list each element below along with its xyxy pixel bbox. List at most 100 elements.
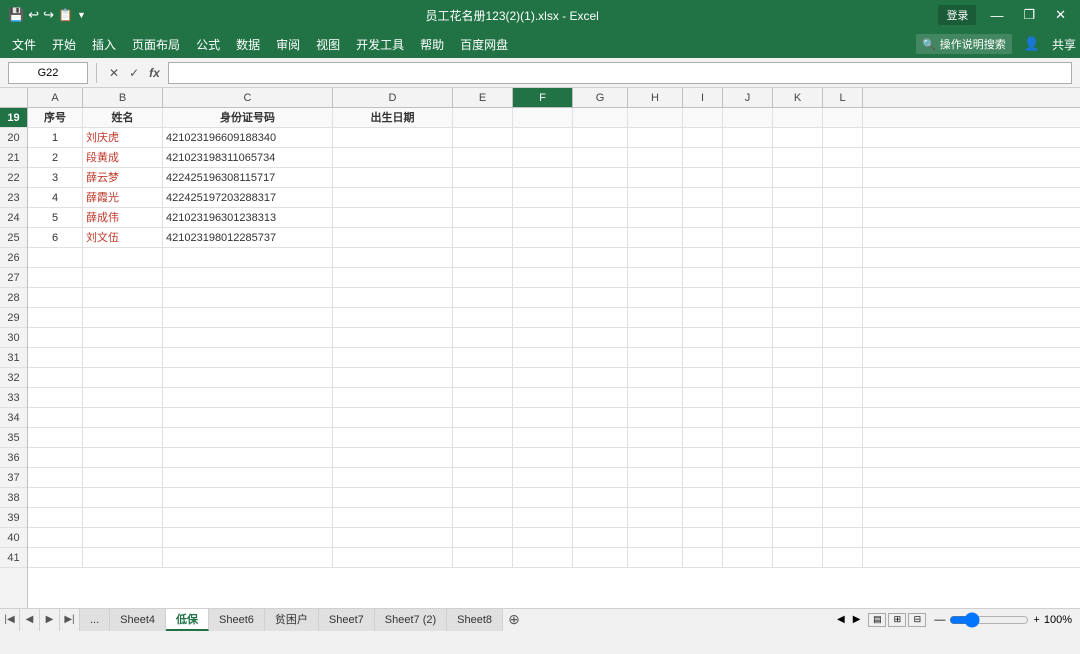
- row-num-29[interactable]: 29: [0, 308, 27, 328]
- cell-35-col-a[interactable]: [28, 428, 83, 448]
- menu-help[interactable]: 帮助: [412, 34, 452, 55]
- cell-21-col-d[interactable]: [333, 148, 453, 168]
- cell-28-col-d[interactable]: [333, 288, 453, 308]
- cell-19-col-b[interactable]: 姓名: [83, 108, 163, 128]
- share-label[interactable]: 共享: [1052, 36, 1076, 53]
- cell-33-col-j[interactable]: [723, 388, 773, 408]
- cell-38-col-l[interactable]: [823, 488, 863, 508]
- sheet-nav-prev[interactable]: ◀: [20, 609, 40, 631]
- cell-36-col-f[interactable]: [513, 448, 573, 468]
- cell-25-col-c[interactable]: 421023198012285737: [163, 228, 333, 248]
- fx-button[interactable]: fx: [145, 66, 164, 80]
- menu-data[interactable]: 数据: [228, 34, 268, 55]
- cell-31-col-h[interactable]: [628, 348, 683, 368]
- cell-32-col-a[interactable]: [28, 368, 83, 388]
- cell-38-col-i[interactable]: [683, 488, 723, 508]
- cell-41-col-h[interactable]: [628, 548, 683, 568]
- cell-29-col-i[interactable]: [683, 308, 723, 328]
- cell-38-col-g[interactable]: [573, 488, 628, 508]
- menu-page-layout[interactable]: 页面布局: [124, 34, 188, 55]
- cell-38-col-c[interactable]: [163, 488, 333, 508]
- cell-32-col-d[interactable]: [333, 368, 453, 388]
- col-header-h[interactable]: H: [628, 88, 683, 107]
- cell-26-col-k[interactable]: [773, 248, 823, 268]
- cell-29-col-j[interactable]: [723, 308, 773, 328]
- cell-32-col-f[interactable]: [513, 368, 573, 388]
- cell-23-col-j[interactable]: [723, 188, 773, 208]
- add-sheet-button[interactable]: ⊕: [503, 609, 525, 631]
- zoom-out-button[interactable]: —: [934, 614, 945, 626]
- cell-30-col-c[interactable]: [163, 328, 333, 348]
- cell-19-col-a[interactable]: 序号: [28, 108, 83, 128]
- cell-29-col-c[interactable]: [163, 308, 333, 328]
- cell-41-col-b[interactable]: [83, 548, 163, 568]
- cell-28-col-j[interactable]: [723, 288, 773, 308]
- cell-20-col-j[interactable]: [723, 128, 773, 148]
- cell-41-col-l[interactable]: [823, 548, 863, 568]
- cell-34-col-a[interactable]: [28, 408, 83, 428]
- cell-37-col-k[interactable]: [773, 468, 823, 488]
- col-header-d[interactable]: D: [333, 88, 453, 107]
- cell-28-col-h[interactable]: [628, 288, 683, 308]
- cell-19-col-k[interactable]: [773, 108, 823, 128]
- sheet-tab-sheet7[interactable]: Sheet7: [319, 609, 375, 631]
- cell-27-col-b[interactable]: [83, 268, 163, 288]
- zoom-slider[interactable]: [949, 612, 1029, 628]
- cell-27-col-g[interactable]: [573, 268, 628, 288]
- formula-input[interactable]: [168, 62, 1072, 84]
- cell-33-col-e[interactable]: [453, 388, 513, 408]
- cell-19-col-j[interactable]: [723, 108, 773, 128]
- cell-28-col-c[interactable]: [163, 288, 333, 308]
- sheet-tab-sheet4[interactable]: Sheet4: [110, 609, 166, 631]
- cell-34-col-f[interactable]: [513, 408, 573, 428]
- menu-review[interactable]: 审阅: [268, 34, 308, 55]
- cell-26-col-j[interactable]: [723, 248, 773, 268]
- cell-40-col-l[interactable]: [823, 528, 863, 548]
- cell-35-col-f[interactable]: [513, 428, 573, 448]
- cell-31-col-l[interactable]: [823, 348, 863, 368]
- sheet-nav-first[interactable]: |◀: [0, 609, 20, 631]
- cell-19-col-d[interactable]: 出生日期: [333, 108, 453, 128]
- row-num-40[interactable]: 40: [0, 528, 27, 548]
- sheet-nav-next[interactable]: ▶: [40, 609, 60, 631]
- col-header-e[interactable]: E: [453, 88, 513, 107]
- cell-25-col-g[interactable]: [573, 228, 628, 248]
- cell-25-col-a[interactable]: 6: [28, 228, 83, 248]
- cell-36-col-l[interactable]: [823, 448, 863, 468]
- cell-40-col-j[interactable]: [723, 528, 773, 548]
- cell-21-col-f[interactable]: [513, 148, 573, 168]
- cell-24-col-h[interactable]: [628, 208, 683, 228]
- cell-30-col-b[interactable]: [83, 328, 163, 348]
- cell-23-col-b[interactable]: 薛霞光: [83, 188, 163, 208]
- row-num-34[interactable]: 34: [0, 408, 27, 428]
- cell-29-col-k[interactable]: [773, 308, 823, 328]
- cell-22-col-c[interactable]: 422425196308115717: [163, 168, 333, 188]
- cell-30-col-g[interactable]: [573, 328, 628, 348]
- row-num-21[interactable]: 21: [0, 148, 27, 168]
- cell-35-col-e[interactable]: [453, 428, 513, 448]
- cell-20-col-d[interactable]: [333, 128, 453, 148]
- cell-30-col-l[interactable]: [823, 328, 863, 348]
- sheet-tab-sheet7-2[interactable]: Sheet7 (2): [375, 609, 447, 631]
- cell-37-col-e[interactable]: [453, 468, 513, 488]
- cell-22-col-e[interactable]: [453, 168, 513, 188]
- cell-40-col-h[interactable]: [628, 528, 683, 548]
- cell-23-col-f[interactable]: [513, 188, 573, 208]
- cell-35-col-d[interactable]: [333, 428, 453, 448]
- cell-31-col-a[interactable]: [28, 348, 83, 368]
- cell-20-col-b[interactable]: 刘庆虎: [83, 128, 163, 148]
- cell-21-col-g[interactable]: [573, 148, 628, 168]
- cell-26-col-d[interactable]: [333, 248, 453, 268]
- cell-29-col-g[interactable]: [573, 308, 628, 328]
- cell-35-col-l[interactable]: [823, 428, 863, 448]
- cell-37-col-b[interactable]: [83, 468, 163, 488]
- search-box[interactable]: 🔍 操作说明搜索: [916, 34, 1012, 54]
- menu-view[interactable]: 视图: [308, 34, 348, 55]
- row-num-25[interactable]: 25: [0, 228, 27, 248]
- cell-30-col-d[interactable]: [333, 328, 453, 348]
- cell-41-col-g[interactable]: [573, 548, 628, 568]
- cell-38-col-j[interactable]: [723, 488, 773, 508]
- cell-37-col-f[interactable]: [513, 468, 573, 488]
- cell-29-col-f[interactable]: [513, 308, 573, 328]
- cell-34-col-h[interactable]: [628, 408, 683, 428]
